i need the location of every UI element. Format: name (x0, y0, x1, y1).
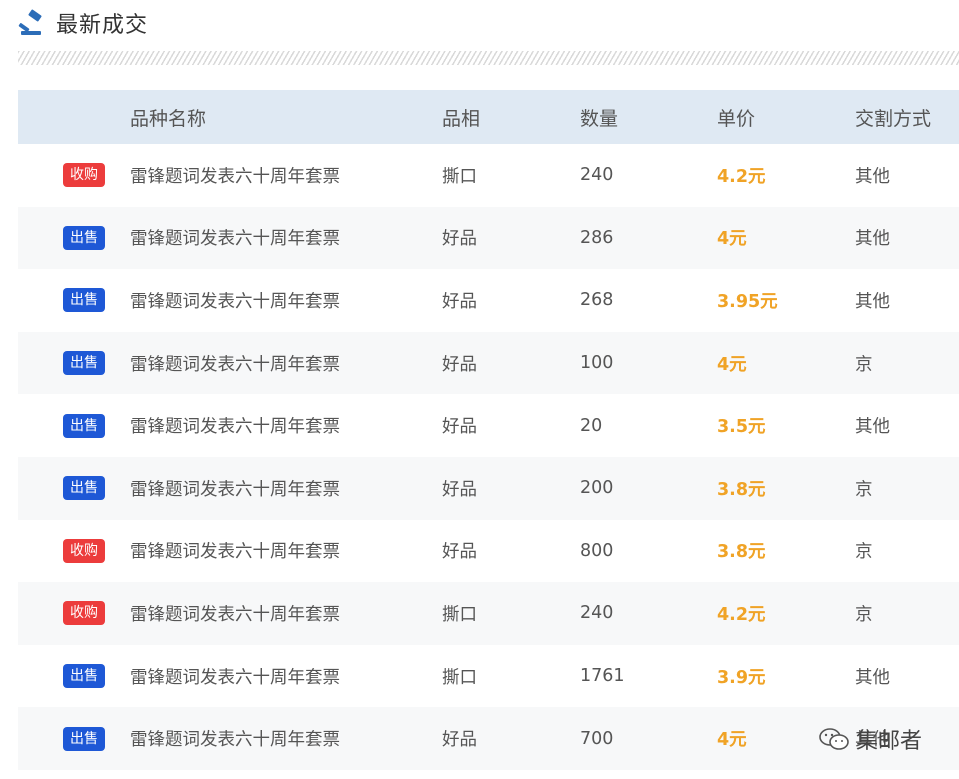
delivery-method: 其他 (855, 229, 890, 250)
item-price: 3.5元 (717, 417, 766, 438)
item-condition: 好品 (442, 354, 477, 375)
column-header-condition: 品相 (442, 107, 481, 130)
item-name: 雷锋题词发表六十周年套票 (130, 417, 340, 438)
table-row[interactable]: 收购 雷锋题词发表六十周年套票 好品 800 3.8元 京 (18, 520, 959, 583)
delivery-method: 京 (855, 542, 873, 563)
item-name: 雷锋题词发表六十周年套票 (130, 730, 340, 751)
decorative-divider (18, 51, 959, 65)
delivery-method: 其他 (855, 417, 890, 438)
trade-list: 收购 雷锋题词发表六十周年套票 撕口 240 4.2元 其他 出售 雷锋题词发表… (18, 144, 959, 770)
item-quantity: 800 (580, 540, 614, 561)
item-price: 4元 (717, 730, 747, 751)
table-row[interactable]: 出售 雷锋题词发表六十周年套票 好品 200 3.8元 京 (18, 456, 959, 520)
item-quantity: 286 (580, 227, 614, 248)
item-condition: 撕口 (442, 667, 477, 688)
item-condition: 好品 (442, 479, 477, 500)
item-condition: 好品 (442, 291, 477, 312)
table-row[interactable]: 收购 雷锋题词发表六十周年套票 撕口 240 4.2元 其他 (18, 144, 959, 207)
item-quantity: 20 (580, 415, 603, 436)
delivery-method: 其他 (855, 166, 890, 187)
item-price: 3.95元 (717, 291, 778, 312)
item-quantity: 1761 (580, 666, 625, 687)
delivery-method: 京 (855, 479, 873, 500)
item-condition: 好品 (442, 417, 477, 438)
table-row[interactable]: 出售 雷锋题词发表六十周年套票 好品 100 4元 京 (18, 331, 959, 395)
item-quantity: 240 (580, 603, 614, 624)
trade-type-badge: 出售 (63, 225, 105, 250)
item-quantity: 700 (580, 728, 614, 749)
item-quantity: 268 (580, 290, 614, 311)
section-title: 最新成交 (56, 13, 149, 38)
trade-type-badge: 出售 (63, 351, 105, 376)
delivery-method: 京 (855, 604, 873, 625)
delivery-method: 京 (855, 354, 873, 375)
table-header: 品种名称 品相 数量 单价 交割方式 (18, 90, 959, 144)
item-name: 雷锋题词发表六十周年套票 (130, 542, 340, 563)
trade-type-badge: 出售 (63, 664, 105, 689)
wechat-icon (819, 728, 849, 750)
trade-type-badge: 出售 (63, 476, 105, 501)
table-row[interactable]: 出售 雷锋题词发表六十周年套票 撕口 1761 3.9元 其他 (18, 645, 959, 708)
item-name: 雷锋题词发表六十周年套票 (130, 667, 340, 688)
item-condition: 好品 (442, 229, 477, 250)
trade-type-badge: 收购 (63, 538, 105, 563)
watermark: 集邮者 (818, 722, 922, 756)
item-price: 4元 (717, 354, 747, 375)
item-price: 4.2元 (717, 166, 766, 187)
auction-gavel-icon (18, 9, 42, 35)
column-header-quantity: 数量 (580, 107, 619, 130)
item-price: 4.2元 (717, 604, 766, 625)
table-row[interactable]: 出售 雷锋题词发表六十周年套票 好品 20 3.5元 其他 (18, 394, 959, 457)
item-name: 雷锋题词发表六十周年套票 (130, 291, 340, 312)
trade-type-badge: 收购 (63, 601, 105, 626)
table-row[interactable]: 出售 雷锋题词发表六十周年套票 好品 286 4元 其他 (18, 206, 959, 270)
item-quantity: 100 (580, 353, 614, 374)
delivery-method: 其他 (855, 291, 890, 312)
item-name: 雷锋题词发表六十周年套票 (130, 354, 340, 375)
item-quantity: 240 (580, 165, 614, 186)
column-header-price: 单价 (717, 107, 756, 130)
trade-type-badge: 收购 (63, 163, 105, 188)
item-price: 3.8元 (717, 479, 766, 500)
item-name: 雷锋题词发表六十周年套票 (130, 229, 340, 250)
item-price: 3.9元 (717, 667, 766, 688)
trade-type-badge: 出售 (63, 288, 105, 313)
trade-type-badge: 出售 (63, 726, 105, 751)
column-header-delivery: 交割方式 (855, 107, 932, 130)
watermark-text: 集邮者 (856, 729, 923, 754)
trade-type-badge: 出售 (63, 413, 105, 438)
item-condition: 好品 (442, 542, 477, 563)
item-name: 雷锋题词发表六十周年套票 (130, 166, 340, 187)
delivery-method: 其他 (855, 667, 890, 688)
column-header-name: 品种名称 (130, 107, 207, 130)
item-condition: 好品 (442, 730, 477, 751)
item-quantity: 200 (580, 478, 614, 499)
section-header: 最新成交 (18, 6, 148, 40)
item-name: 雷锋题词发表六十周年套票 (130, 479, 340, 500)
table-row[interactable]: 出售 雷锋题词发表六十周年套票 好品 268 3.95元 其他 (18, 269, 959, 332)
item-price: 3.8元 (717, 542, 766, 563)
item-price: 4元 (717, 229, 747, 250)
table-row[interactable]: 收购 雷锋题词发表六十周年套票 撕口 240 4.2元 京 (18, 582, 959, 645)
item-condition: 撕口 (442, 166, 477, 187)
item-name: 雷锋题词发表六十周年套票 (130, 604, 340, 625)
item-condition: 撕口 (442, 604, 477, 625)
